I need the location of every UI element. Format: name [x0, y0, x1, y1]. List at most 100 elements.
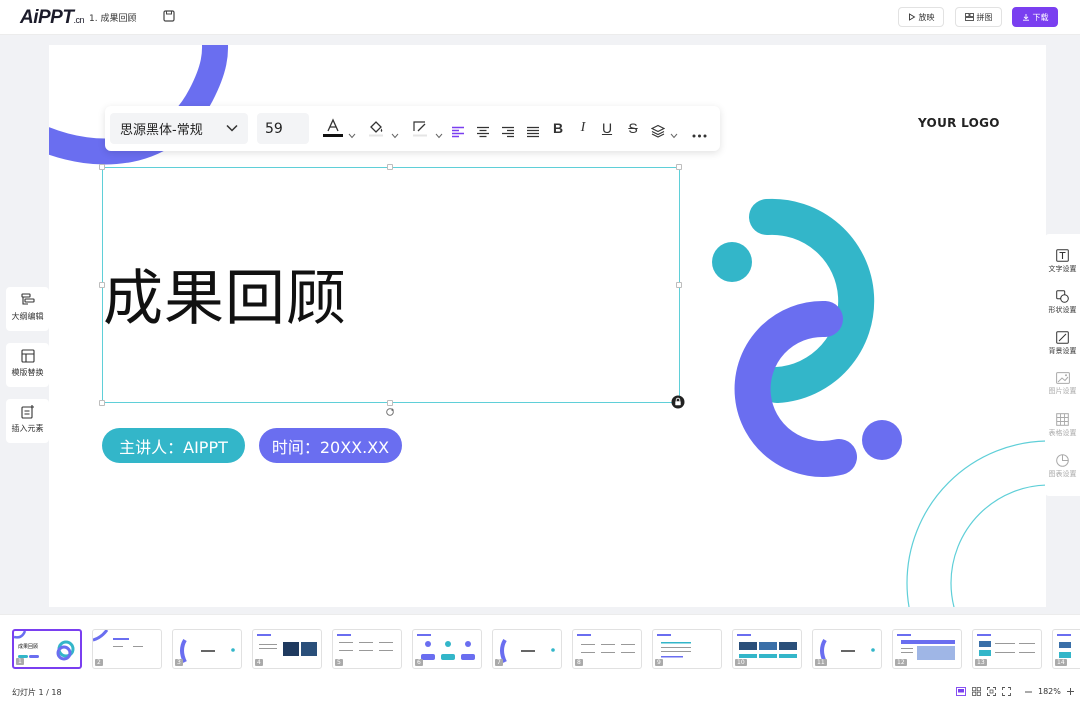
insert-element-label: 插入元素 [11, 424, 44, 433]
fill-color-button[interactable] [365, 118, 387, 138]
thumbnail-preview [93, 630, 143, 647]
template-icon [20, 349, 35, 363]
time-badge[interactable]: 时间：20XX.XX [259, 428, 402, 463]
download-label: 下载 [1032, 12, 1049, 22]
logo-suffix: .cn [73, 15, 84, 25]
app-logo[interactable]: AiPPT.cn [20, 7, 84, 29]
thumbnail-preview [657, 634, 691, 658]
slide-thumbnail[interactable]: 5 [332, 629, 402, 669]
resize-handle[interactable] [676, 164, 682, 170]
slide-thumbnail[interactable]: 11 [812, 629, 882, 669]
slide-thumbnail[interactable]: 10 [732, 629, 802, 669]
text-settings-button[interactable]: 文字设置 [1045, 249, 1080, 274]
outline-edit-button[interactable]: 大纲编辑 [6, 287, 49, 331]
resize-handle[interactable] [99, 400, 105, 406]
background-icon [1056, 331, 1069, 344]
play-icon [908, 13, 915, 21]
slide-thumbnail[interactable]: 8 [572, 629, 642, 669]
slide-thumbnail[interactable]: 2 [92, 629, 162, 669]
align-right-icon[interactable] [501, 122, 515, 142]
thumbnail-number: 7 [495, 659, 503, 666]
slide-thumbnail[interactable]: 3 [172, 629, 242, 669]
chevron-down-icon[interactable] [670, 126, 678, 146]
table-settings-button[interactable]: 表格设置 [1045, 413, 1080, 438]
font-family-value: 思源黑体-常规 [120, 123, 203, 138]
slide-thumbnail[interactable]: 13 [972, 629, 1042, 669]
chevron-down-icon[interactable] [348, 126, 356, 146]
align-justify-icon[interactable] [526, 122, 540, 142]
bold-icon[interactable]: B [551, 118, 565, 138]
normal-view-icon[interactable] [956, 687, 966, 696]
selection-box[interactable] [102, 167, 680, 403]
thumbnail-preview [257, 634, 317, 656]
download-button[interactable]: 下载 [1012, 7, 1058, 27]
thumbnail-number: 9 [655, 659, 663, 666]
resize-handle[interactable] [387, 400, 393, 406]
pie-chart-icon [1056, 454, 1069, 467]
thumbnail-number: 2 [95, 659, 103, 666]
resize-handle[interactable] [99, 164, 105, 170]
italic-icon[interactable]: I [576, 118, 590, 138]
slide-thumbnail[interactable]: 6 [412, 629, 482, 669]
fit-screen-icon[interactable] [987, 687, 996, 696]
align-left-icon[interactable] [451, 122, 465, 142]
thumbnail-number: 1 [16, 658, 24, 665]
right-tool-panel: 文字设置 形状设置 背景设置 图片设置 表格设置 图表设置 [1045, 234, 1080, 496]
slide-thumbnail[interactable]: 12 [892, 629, 962, 669]
image-settings-button[interactable]: 图片设置 [1045, 372, 1080, 396]
text-icon [1056, 249, 1069, 262]
text-format-toolbar: 思源黑体-常规 59 B I U S [105, 106, 720, 151]
zoom-in-icon[interactable] [1067, 688, 1074, 695]
thumbnail-preview [500, 638, 555, 663]
thumbnail-number: 8 [575, 659, 583, 666]
shape-settings-button[interactable]: 形状设置 [1045, 290, 1080, 315]
thumbnail-preview [337, 634, 393, 651]
background-settings-button[interactable]: 背景设置 [1045, 331, 1080, 356]
layout-button[interactable]: 拼图 [955, 7, 1002, 27]
image-settings-label: 图片设置 [1048, 387, 1077, 395]
logo-placeholder[interactable]: YOUR LOGO [918, 116, 1000, 130]
image-icon [1055, 372, 1070, 384]
slide-thumbnail[interactable]: 成果回顾 1 [12, 629, 82, 669]
more-icon[interactable] [692, 126, 707, 146]
insert-element-button[interactable]: 插入元素 [6, 399, 49, 443]
slide-thumbnail[interactable]: 4 [252, 629, 322, 669]
chevron-down-icon[interactable] [435, 126, 443, 146]
fullscreen-icon[interactable] [1002, 687, 1011, 696]
shape-settings-label: 形状设置 [1048, 306, 1077, 314]
chart-settings-button[interactable]: 图表设置 [1045, 454, 1080, 479]
thumbnail-number: 4 [255, 659, 263, 666]
outline-edit-label: 大纲编辑 [11, 312, 44, 321]
border-color-button[interactable] [409, 118, 431, 138]
rotate-icon[interactable] [385, 407, 395, 417]
slide-thumbnail[interactable]: 14 [1052, 629, 1080, 669]
text-settings-label: 文字设置 [1048, 265, 1077, 273]
font-family-select[interactable]: 思源黑体-常规 [110, 113, 248, 144]
grid-view-icon[interactable] [972, 687, 981, 696]
font-color-button[interactable] [321, 118, 345, 138]
thumbnail-number: 6 [415, 659, 423, 666]
resize-handle[interactable] [387, 164, 393, 170]
paint-bucket-icon [369, 121, 383, 137]
top-bar: AiPPT.cn 1. 成果回顾 放映 拼图 下载 [0, 0, 1080, 35]
chevron-down-icon[interactable] [391, 126, 399, 146]
template-replace-button[interactable]: 模版替换 [6, 343, 49, 387]
play-button[interactable]: 放映 [898, 7, 944, 27]
template-replace-label: 模版替换 [11, 368, 44, 377]
resize-handle[interactable] [676, 282, 682, 288]
slide-thumbnail[interactable]: 9 [652, 629, 722, 669]
align-center-icon[interactable] [476, 122, 490, 142]
underline-icon[interactable]: U [600, 118, 614, 138]
slide-thumbnail[interactable]: 7 [492, 629, 562, 669]
layers-icon[interactable] [651, 121, 665, 141]
presenter-badge[interactable]: 主讲人：AIPPT [102, 428, 245, 463]
save-icon[interactable] [163, 10, 175, 22]
strikethrough-icon[interactable]: S [626, 118, 640, 138]
zoom-out-icon[interactable] [1025, 691, 1032, 693]
lock-icon[interactable] [671, 395, 685, 409]
zoom-level[interactable]: 182% [1038, 687, 1061, 696]
thumbnail-preview [14, 631, 75, 661]
font-size-input[interactable]: 59 [257, 113, 309, 144]
document-title[interactable]: 1. 成果回顾 [89, 11, 136, 24]
resize-handle[interactable] [99, 282, 105, 288]
